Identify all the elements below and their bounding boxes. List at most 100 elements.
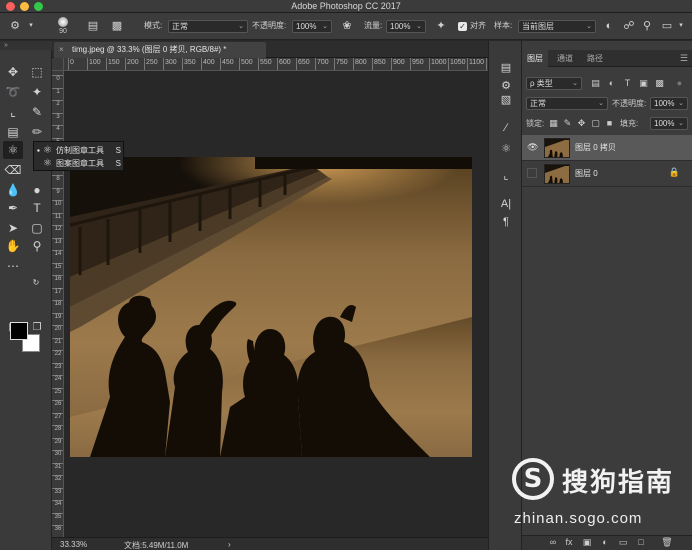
layer-opacity-input[interactable]: 100% ⌄ xyxy=(650,97,688,110)
lock-transparent-icon[interactable]: ▦ xyxy=(548,117,559,130)
flyout-item-clone-stamp[interactable]: ▪ ⚛ 仿制图章工具 S xyxy=(34,144,125,157)
tab-layers[interactable]: 图层 xyxy=(522,50,548,67)
healing-brush-tool-icon[interactable]: ▤ xyxy=(3,123,23,141)
canvas-area[interactable] xyxy=(64,71,488,537)
status-bar: 33.33% 文档:5.49M/11.0M › xyxy=(52,537,488,550)
filter-pixel-icon[interactable]: ▤ xyxy=(590,77,601,90)
link-icon[interactable]: ∞ xyxy=(546,537,560,547)
sample-select[interactable]: 当前图层 ⌄ xyxy=(518,20,596,33)
lock-artboard-icon[interactable]: ▢ xyxy=(590,117,601,130)
clone-source-icon[interactable]: ▩ xyxy=(110,19,124,33)
type-tool-icon[interactable]: T xyxy=(27,199,47,217)
fill-value: 100% xyxy=(654,119,675,128)
opacity-input[interactable]: 100% ⌄ xyxy=(292,20,332,33)
fx-icon[interactable]: fx xyxy=(562,537,576,547)
pressure-opacity-icon[interactable]: ❀ xyxy=(340,19,354,33)
blend-mode-select[interactable]: 正常 ⌄ xyxy=(526,97,608,110)
lock-position-icon[interactable]: ✥ xyxy=(576,117,587,130)
path-selection-tool-icon[interactable]: ➤ xyxy=(3,219,23,237)
new-layer-icon[interactable]: □ xyxy=(634,537,648,547)
clone-stamp-tool-icon[interactable]: ⚛ xyxy=(3,141,23,159)
history-panel-icon[interactable]: ▤ xyxy=(497,59,515,77)
workspace-icon[interactable]: ▭ xyxy=(660,19,674,33)
character-panel-icon[interactable]: A| xyxy=(497,195,515,213)
document-tab[interactable]: × timg.jpeg @ 33.3% (图层 0 拷贝, RGB/8#) * xyxy=(54,42,266,58)
adjustment-icon[interactable]: ◐ xyxy=(598,537,612,547)
pen-tool-icon[interactable]: ✒ xyxy=(3,199,23,217)
close-icon[interactable]: × xyxy=(59,42,64,57)
document-image[interactable] xyxy=(70,157,472,457)
filter-adjustment-icon[interactable]: ◐ xyxy=(606,77,617,90)
filter-smart-object-icon[interactable]: ▩ xyxy=(654,77,665,90)
status-menu-arrow-icon[interactable]: › xyxy=(228,540,231,549)
search-icon[interactable]: ⚲ xyxy=(640,19,654,33)
crop-panel-icon[interactable]: ⌞ xyxy=(497,167,515,185)
crop-tool-icon[interactable]: ⌞ xyxy=(3,103,23,121)
night-road-shadows-image xyxy=(70,157,472,457)
mode-select[interactable]: 正常 ⌄ xyxy=(168,20,248,33)
ruler-origin[interactable] xyxy=(52,58,64,71)
layer-filter-row: ρ 类型 ⌄ ▤ ◐ T ▣ ▩ ● xyxy=(522,75,692,93)
lock-image-icon[interactable]: ✎ xyxy=(562,117,573,130)
clone-source-panel-icon[interactable]: ⚛ xyxy=(497,140,515,158)
pressure-size-icon[interactable]: ☍ xyxy=(622,19,636,33)
airbrush-icon[interactable]: ✦ xyxy=(434,19,448,33)
filter-shape-icon[interactable]: ▣ xyxy=(638,77,649,90)
layer-name[interactable]: 图层 0 xyxy=(575,168,598,179)
hand-tool-icon[interactable]: ✋ xyxy=(3,237,23,255)
group-icon[interactable]: ▭ xyxy=(616,537,630,548)
brush-settings-icon[interactable]: ▤ xyxy=(86,19,100,33)
marquee-tool-icon[interactable]: ⬚ xyxy=(27,63,47,81)
panel-menu-icon[interactable]: ☰ xyxy=(680,50,688,67)
rectangle-tool-icon[interactable]: ▢ xyxy=(27,219,47,237)
ruler-tick-label: 800 xyxy=(353,58,367,70)
tab-paths[interactable]: 路径 xyxy=(582,50,608,67)
ruler-tick-label: 1100 xyxy=(467,58,484,70)
zoom-tool-icon[interactable]: ⚲ xyxy=(27,237,47,255)
flow-input[interactable]: 100% ⌄ xyxy=(386,20,426,33)
lock-all-icon[interactable]: ■ xyxy=(604,117,615,130)
mask-icon[interactable]: ▣ xyxy=(580,537,594,548)
brush-preset-picker[interactable]: 90 xyxy=(52,17,74,37)
layer-filter-select[interactable]: ρ 类型 ⌄ xyxy=(526,77,582,90)
brush-panel-icon[interactable]: ∕ xyxy=(497,119,515,137)
layer-name[interactable]: 图层 0 拷贝 xyxy=(575,142,616,153)
horizontal-ruler[interactable]: 0 100 150 200 250 300 350 400 450 500 550 600 650 700… xyxy=(64,58,488,71)
eyedropper-tool-icon[interactable]: ✎ xyxy=(27,103,47,121)
trash-icon[interactable]: 🗑 xyxy=(660,537,674,548)
properties-panel-icon[interactable]: ▧ xyxy=(497,91,515,109)
visibility-toggle[interactable] xyxy=(527,168,537,178)
ignore-adjustment-layers-icon[interactable]: ◐ xyxy=(602,19,616,33)
opacity-value: 100% xyxy=(296,22,317,31)
pattern-stamp-icon: ⚛ xyxy=(43,158,52,169)
collapse-panel-icon[interactable]: » xyxy=(0,41,52,50)
layer-row[interactable]: 👁 图层 0 拷贝 xyxy=(522,135,692,161)
document-info[interactable]: 文档:5.49M/11.0M xyxy=(124,540,188,550)
swap-colors-icon[interactable]: ↻ xyxy=(30,277,42,289)
blur-tool-icon[interactable]: 💧 xyxy=(3,181,23,199)
brush-tool-icon[interactable]: ✏ xyxy=(27,123,47,141)
eraser-tool-icon[interactable]: ⌫ xyxy=(3,161,23,179)
filter-type-icon[interactable]: T xyxy=(622,77,633,90)
visibility-eye-icon[interactable]: 👁 xyxy=(527,142,538,152)
chevron-down-icon[interactable]: ▾ xyxy=(26,19,36,33)
magic-wand-tool-icon[interactable]: ✦ xyxy=(27,83,47,101)
layer-row[interactable]: 图层 0 🔒 xyxy=(522,161,692,187)
fill-input[interactable]: 100% ⌄ xyxy=(650,117,688,130)
paragraph-panel-icon[interactable]: ¶ xyxy=(497,213,515,231)
filter-toggle-icon[interactable]: ● xyxy=(674,77,685,90)
lasso-tool-icon[interactable]: ➰ xyxy=(3,83,23,101)
flyout-item-pattern-stamp[interactable]: ⚛ 图案图章工具 S xyxy=(34,157,125,170)
zoom-level[interactable]: 33.33% xyxy=(60,540,87,549)
more-tools-icon[interactable]: ⋯ xyxy=(3,257,23,275)
tab-channels[interactable]: 通道 xyxy=(552,50,578,67)
move-tool-icon[interactable]: ✥ xyxy=(3,63,23,81)
ruler-tick-label: 350 xyxy=(182,58,196,70)
dodge-tool-icon[interactable]: ● xyxy=(27,181,47,199)
chevron-down-icon[interactable]: ▾ xyxy=(676,19,686,33)
screen-mode-icon[interactable]: ❐ xyxy=(27,319,47,337)
stamp-tool-preset-icon[interactable]: ⚙ xyxy=(8,19,22,33)
flow-label: 流量: xyxy=(364,21,383,30)
foreground-color-swatch[interactable] xyxy=(10,322,28,340)
align-checkbox[interactable]: ✓ xyxy=(458,22,467,31)
